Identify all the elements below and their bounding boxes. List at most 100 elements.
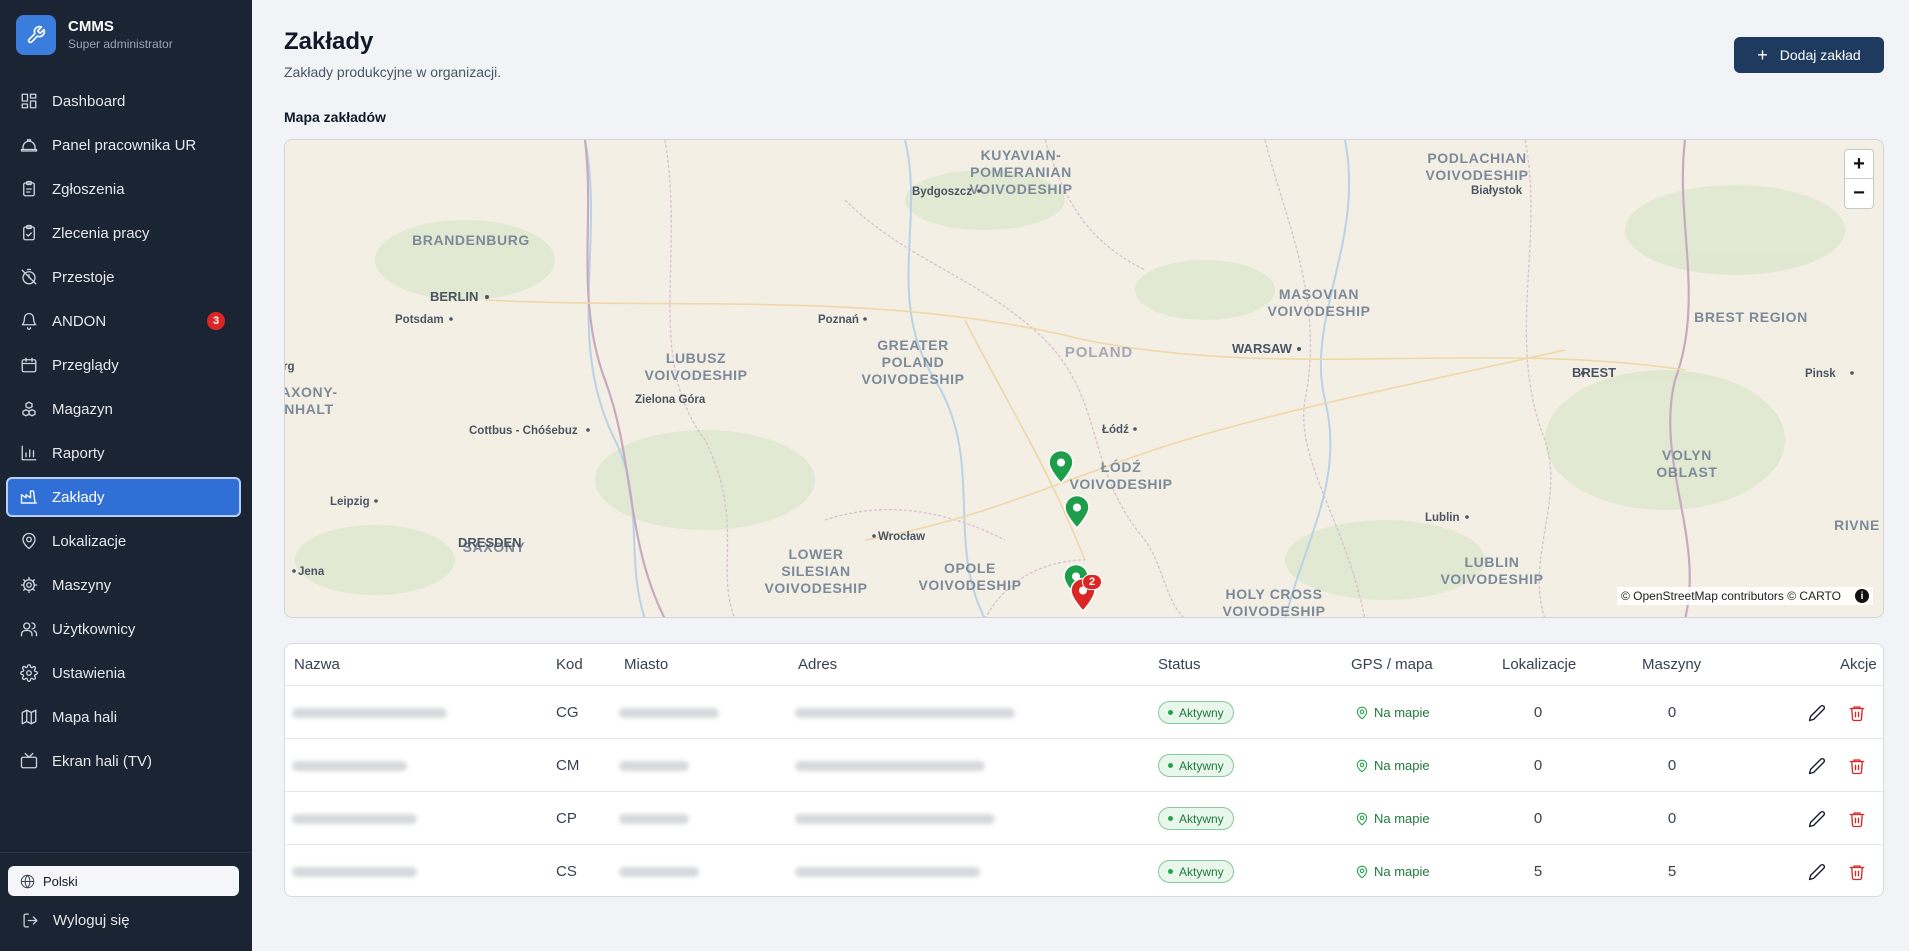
map-label: BREST REGION <box>1694 309 1808 325</box>
table-header: Nazwa Kod Miasto Adres Status GPS / mapa… <box>285 644 1883 686</box>
column-header: Lokalizacje <box>1502 656 1577 673</box>
machines-count: 0 <box>1667 810 1677 827</box>
logout-icon <box>23 913 38 928</box>
map-label: Potsdam <box>395 314 444 326</box>
table-row[interactable]: CP Aktywny Na mapie 0 0 <box>285 792 1883 845</box>
on-map-link[interactable]: Na mapie <box>1355 864 1430 879</box>
table-row[interactable]: CM Aktywny Na mapie 0 0 <box>285 739 1883 792</box>
map-label: VOIVODESHIP <box>644 367 747 383</box>
sidebar-item-label: Użytkownicy <box>52 620 136 638</box>
column-header: Miasto <box>624 656 669 673</box>
sidebar-item-label: Przeglądy <box>52 356 119 374</box>
sidebar-item-zaklady[interactable]: Zakłady <box>6 477 241 517</box>
zoom-out-button[interactable]: − <box>1845 179 1873 208</box>
sidebar-item-label: Ekran hali (TV) <box>52 752 153 770</box>
on-map-label: Na mapie <box>1374 705 1430 720</box>
dashboard-icon <box>20 92 38 110</box>
map-label: VOIVODESHIP <box>1222 603 1325 618</box>
sidebar-item-raporty[interactable]: Raporty <box>6 433 241 473</box>
language-selector[interactable]: Polski <box>8 866 239 896</box>
map-label: PODLACHIAN <box>1427 150 1526 166</box>
map-label: Wrocław <box>878 531 925 543</box>
tv-icon <box>20 752 38 770</box>
logout-button[interactable]: Wyloguj się <box>22 912 130 929</box>
map-label: Poznań <box>818 314 859 326</box>
sidebar-item-zlecenia-pracy[interactable]: Zlecenia pracy <box>6 213 241 253</box>
sidebar-divider <box>0 852 252 853</box>
sidebar-item-ustawienia[interactable]: Ustawienia <box>6 653 241 693</box>
on-map-link[interactable]: Na mapie <box>1355 758 1430 773</box>
info-icon[interactable]: i <box>1855 589 1869 603</box>
delete-icon[interactable] <box>1848 757 1866 775</box>
sidebar-item-label: Panel pracownika UR <box>52 136 197 154</box>
edit-icon[interactable] <box>1808 704 1826 722</box>
sidebar-item-magazyn[interactable]: Magazyn <box>6 389 241 429</box>
map-label: OBLAST <box>1656 464 1717 480</box>
globe-icon <box>20 874 35 888</box>
plants-map[interactable]: KUYAVIAN- POMERANIAN VOIVODESHIP PODLACH… <box>284 139 1884 618</box>
page-subtitle: Zakłady produkcyjne w organizacji. <box>284 64 502 80</box>
map-label: VOIVODESHIP <box>918 577 1021 593</box>
sidebar-item-przeglady[interactable]: Przeglądy <box>6 345 241 385</box>
map-pin-icon[interactable] <box>1048 450 1074 484</box>
wrench-icon <box>16 15 56 55</box>
locations-count: 0 <box>1533 757 1543 774</box>
edit-icon[interactable] <box>1808 810 1826 828</box>
plants-table: Nazwa Kod Miasto Adres Status GPS / mapa… <box>284 643 1884 897</box>
map-label: POMERANIAN <box>970 164 1072 180</box>
sidebar-item-uzytkownicy[interactable]: Użytkownicy <box>6 609 241 649</box>
status-badge: Aktywny <box>1158 754 1234 777</box>
map-pin-icon[interactable] <box>1064 495 1090 529</box>
redacted-address <box>795 760 985 771</box>
on-map-label: Na mapie <box>1374 864 1430 879</box>
sidebar-item-zgloszenia[interactable]: Zgłoszenia <box>6 169 241 209</box>
map-pin-icon <box>1356 812 1368 825</box>
zoom-in-button[interactable]: + <box>1845 150 1873 179</box>
sidebar-item-ekran-hali[interactable]: Ekran hali (TV) <box>6 741 241 781</box>
map-label: Lublin <box>1425 512 1460 524</box>
map-pin-icon <box>1356 759 1368 772</box>
on-map-label: Na mapie <box>1374 758 1430 773</box>
sidebar-item-panel-pracownika[interactable]: Panel pracownika UR <box>6 125 241 165</box>
edit-icon[interactable] <box>1808 757 1826 775</box>
plant-code: CM <box>556 757 580 774</box>
sidebar-item-label: Zlecenia pracy <box>52 224 150 242</box>
sidebar-item-mapa-hali[interactable]: Mapa hali <box>6 697 241 737</box>
plant-code: CG <box>556 704 579 721</box>
plus-icon: + <box>1757 45 1768 65</box>
redacted-city <box>619 707 719 718</box>
column-header: Adres <box>798 656 838 673</box>
map-label: KUYAVIAN- <box>981 147 1062 163</box>
redacted-address <box>795 707 1015 718</box>
status-badge: Aktywny <box>1158 701 1234 724</box>
sidebar-item-label: Przestoje <box>52 268 115 286</box>
delete-icon[interactable] <box>1848 863 1866 881</box>
sidebar-item-dashboard[interactable]: Dashboard <box>6 81 241 121</box>
map-label: RIVNE O <box>1834 517 1884 533</box>
edit-icon[interactable] <box>1808 863 1826 881</box>
on-map-label: Na mapie <box>1374 811 1430 826</box>
sidebar-item-label: Ustawienia <box>52 664 126 682</box>
sidebar-item-maszyny[interactable]: Maszyny <box>6 565 241 605</box>
delete-icon[interactable] <box>1848 704 1866 722</box>
on-map-link[interactable]: Na mapie <box>1355 811 1430 826</box>
on-map-link[interactable]: Na mapie <box>1355 705 1430 720</box>
map-label: LUBUSZ <box>666 350 726 366</box>
sidebar-item-lokalizacje[interactable]: Lokalizacje <box>6 521 241 561</box>
map-label: POLAND <box>1065 344 1133 361</box>
sidebar-item-label: Maszyny <box>52 576 112 594</box>
map-label: WARSAW <box>1232 341 1293 356</box>
redacted-name <box>292 866 417 877</box>
bell-icon <box>20 312 38 330</box>
clipboard-check-icon <box>20 224 38 242</box>
user-role: Super administrator <box>68 37 173 51</box>
delete-icon[interactable] <box>1848 810 1866 828</box>
sidebar-item-przestoje[interactable]: Przestoje <box>6 257 241 297</box>
table-row[interactable]: CS Aktywny Na mapie 5 5 <box>285 845 1883 896</box>
hard-hat-icon <box>20 136 38 154</box>
table-row[interactable]: CG Aktywny Na mapie 0 0 <box>285 686 1883 739</box>
map-label: Pinsk <box>1805 368 1836 380</box>
add-plant-button[interactable]: + Dodaj zakład <box>1734 37 1884 73</box>
add-plant-label: Dodaj zakład <box>1779 47 1861 63</box>
sidebar-item-andon[interactable]: ANDON 3 <box>6 301 241 341</box>
